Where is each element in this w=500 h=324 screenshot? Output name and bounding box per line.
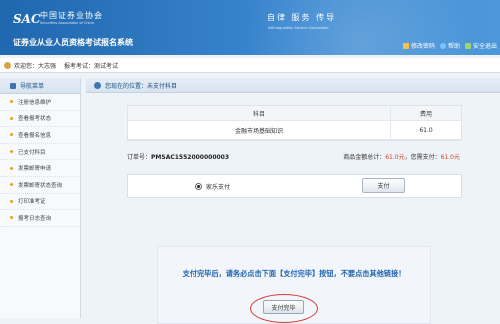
bullet-icon: [10, 199, 13, 203]
header-banner: SAC 中国证券业协会 Securities Association of Ch…: [0, 0, 500, 55]
sidebar-header: 导航菜单: [0, 78, 80, 94]
org-name-cn: 中国证券业协会: [40, 11, 103, 20]
breadcrumb: 您现在的位置：未支付科目: [86, 78, 500, 93]
motto-cn: 自律 服务 传导: [267, 13, 337, 22]
order-number-label: 订单号：: [127, 153, 152, 161]
fee-cell: 61.0: [390, 120, 461, 140]
exit-icon: [464, 42, 471, 49]
order-summary: 订单号：PMSAC1552000000003 商品金额总计：61.0元，您需支付…: [127, 150, 460, 162]
bullet-icon: [10, 166, 13, 170]
top-links: 修改密码 帮助 安全退出: [402, 41, 497, 50]
order-number: 订单号：PMSAC1552000000003: [127, 152, 229, 161]
sidebar-item-label: 查看报考状态: [18, 116, 52, 123]
location-icon: [94, 81, 101, 89]
bullet-icon: [10, 133, 13, 137]
user-icon: [4, 61, 11, 69]
sidebar-item-print-ticket[interactable]: 打印准考证: [0, 194, 80, 211]
total-label: 商品金额总计：: [343, 153, 386, 161]
sidebar-item-invoice-status[interactable]: 发票邮寄状态查询: [0, 177, 80, 194]
sidebar-item-label: 发票邮寄状态查询: [18, 182, 63, 189]
payment-complete-button[interactable]: 支付完毕: [263, 300, 304, 314]
order-table: 科目 费用 金融市场基础知识 61.0: [127, 105, 462, 141]
help-link[interactable]: 帮助: [439, 41, 460, 50]
bullet-icon: [10, 183, 13, 187]
change-password-label: 修改密码: [410, 43, 435, 50]
sidebar-item-label: 查看报名信息: [18, 132, 52, 139]
notice-message: 支付完毕后，请务必点击下面【支付完毕】按钮，不要点击其他链接！: [182, 269, 406, 278]
exam-text: 报考考试：测试考试: [64, 62, 119, 70]
sidebar-item-label: 已支付科目: [18, 149, 46, 156]
site-title: 证券业从业人员资格考试报名系统: [13, 38, 133, 47]
subject-cell: 金融市场基础知识: [128, 120, 391, 140]
logout-link[interactable]: 安全退出: [464, 41, 497, 50]
sidebar: 导航菜单 注册信息维护 查看报考状态 查看报名信息 已支付科目 发票邮寄申请 发…: [0, 78, 81, 318]
payment-method-label: 家乐支付: [206, 184, 231, 191]
sidebar-item-label: 发票邮寄申请: [18, 166, 52, 173]
subject-header: 科目: [128, 106, 391, 121]
main-content: 您现在的位置：未支付科目 科目 费用 金融市场基础知识 61.0 订单号：PMS…: [86, 78, 500, 324]
payment-method-radio[interactable]: [195, 183, 202, 190]
help-label: 帮助: [447, 43, 460, 50]
sac-logo: SAC: [13, 12, 41, 26]
org-name-en: Securities Association of China: [40, 21, 94, 25]
logout-label: 安全退出: [472, 43, 497, 50]
sidebar-item-label: 报考日志查询: [18, 215, 52, 222]
order-number-value: PMSAC1552000000003: [151, 153, 230, 161]
pay-value: 61.0元: [440, 153, 460, 161]
menu-icon: [10, 82, 16, 89]
sidebar-item-label: 注册信息维护: [18, 99, 52, 106]
sidebar-item-invoice-request[interactable]: 发票邮寄申请: [0, 160, 80, 177]
user-info-bar: 欢迎您：大志强 报考考试：测试考试: [0, 58, 500, 73]
payment-notice: 支付完毕后，请务必点击下面【支付完毕】按钮，不要点击其他链接！ 支付完毕: [157, 246, 431, 324]
payment-method-box: 家乐支付 支付: [127, 174, 462, 198]
change-password-link[interactable]: 修改密码: [402, 41, 435, 50]
sidebar-title: 导航菜单: [20, 83, 45, 90]
pay-label: ，您需支付：: [404, 153, 441, 161]
pay-button[interactable]: 支付: [362, 178, 405, 193]
bullet-icon: [10, 100, 13, 104]
sidebar-item-profile[interactable]: 注册信息维护: [0, 94, 80, 111]
bullet-icon: [10, 116, 13, 120]
sidebar-item-exam-log[interactable]: 报考日志查询: [0, 210, 80, 227]
bullet-icon: [10, 150, 13, 154]
table-header-row: 科目 费用: [128, 106, 461, 121]
order-amounts: 商品金额总计：61.0元，您需支付：61.0元: [343, 152, 460, 161]
sidebar-item-registration-info[interactable]: 查看报名信息: [0, 127, 80, 144]
bullet-icon: [10, 216, 13, 220]
total-value: 61.0元: [385, 153, 405, 161]
table-row: 金融市场基础知识 61.0: [128, 120, 461, 140]
motto-en: Self-regulation Service Conduction: [268, 26, 329, 30]
sidebar-item-paid-subjects[interactable]: 已支付科目: [0, 144, 80, 161]
sidebar-item-label: 打印准考证: [18, 199, 46, 206]
lock-icon: [402, 42, 409, 49]
fee-header: 费用: [390, 106, 461, 121]
sidebar-item-exam-status[interactable]: 查看报考状态: [0, 111, 80, 128]
help-icon: [439, 42, 446, 49]
welcome-text: 欢迎您：大志强: [14, 62, 57, 70]
breadcrumb-text: 您现在的位置：未支付科目: [105, 82, 178, 90]
